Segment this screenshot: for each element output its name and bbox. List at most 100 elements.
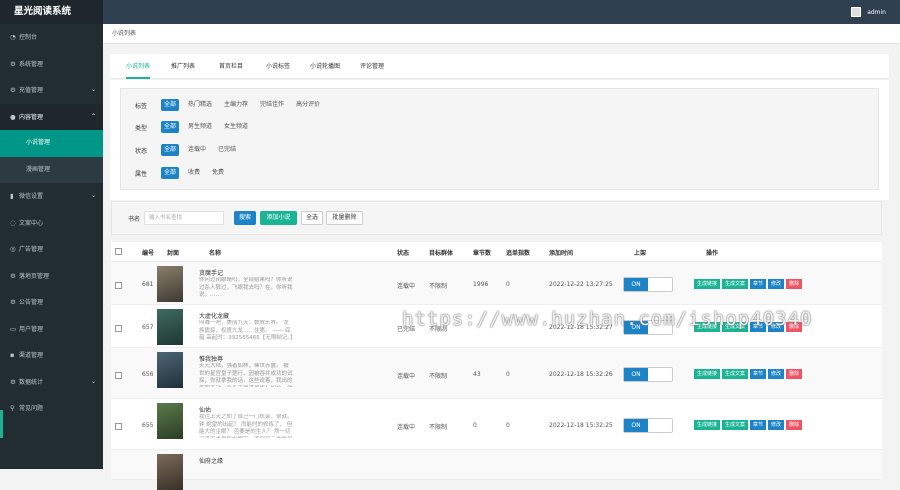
generate-copy-button[interactable]: 生成文案	[722, 369, 749, 379]
book-cover-image	[157, 266, 183, 302]
filter-option[interactable]: 全部	[161, 99, 180, 111]
gear-icon: ⚙	[10, 298, 16, 306]
row-checkbox[interactable]	[115, 282, 122, 289]
book-cover-image	[157, 454, 183, 490]
col-shelf: 上架	[634, 250, 647, 257]
filter-option[interactable]: 全部	[161, 121, 180, 133]
filter-option[interactable]: 收费	[185, 167, 203, 179]
chevron-up-icon: ⌃	[90, 112, 96, 120]
edit-button[interactable]: 修改	[768, 279, 785, 289]
sidebar-item-label: 渠道管理	[19, 352, 44, 359]
row-time: 2022-12-18 15:32:25	[549, 422, 613, 429]
col-target: 目标群体	[429, 250, 454, 257]
tab-comments[interactable]: 评论管理	[360, 54, 384, 79]
select-all-checkbox[interactable]	[115, 248, 122, 255]
sidebar: 星光阅读系统 ◔ 控制台 ⚙ 系统管理 ⚙ 充值管理 ⌄ ● 内容管理 ⌃ 小说管理 漫画管…	[0, 0, 103, 469]
sidebar-item-landing[interactable]: ⚙ 落地页管理	[0, 263, 103, 290]
row-time: 2022-12-18 15:32:26	[549, 371, 613, 378]
generate-copy-button[interactable]: 生成文案	[722, 279, 749, 289]
chapters-button[interactable]: 章节	[750, 420, 767, 430]
tab-novel-carousel[interactable]: 小说轮播图	[310, 54, 340, 79]
shelf-toggle[interactable]: ON	[623, 367, 673, 382]
edit-button[interactable]: 修改	[768, 369, 785, 379]
row-target: 不限制	[429, 424, 448, 431]
chat-icon: ◌	[10, 218, 16, 227]
row-checkbox[interactable]	[115, 325, 122, 332]
breadcrumb-item[interactable]: 小说列表	[112, 30, 136, 37]
link-icon: ⚲	[10, 404, 15, 412]
row-actions: 生成链接 生成文案 章节 修改 删除	[694, 279, 804, 289]
row-id: 681	[142, 281, 154, 288]
book-cover-image	[157, 309, 183, 345]
delete-button[interactable]: 删除	[786, 420, 803, 430]
filter-option[interactable]: 连载中	[185, 144, 209, 156]
filter-option[interactable]: 男生频道	[185, 121, 215, 133]
filter-option[interactable]: 热门精选	[185, 99, 215, 111]
chapters-button[interactable]: 章节	[750, 369, 767, 379]
row-actions: 生成链接 生成文案 章节 修改 删除	[694, 369, 804, 379]
select-all-button[interactable]: 全选	[301, 211, 323, 225]
sidebar-subitem-novels[interactable]: 小说管理	[0, 130, 103, 157]
delete-button[interactable]: 删除	[786, 279, 803, 289]
shelf-toggle[interactable]: ON	[623, 277, 673, 292]
tab-novel-tags[interactable]: 小说标签	[266, 54, 290, 79]
row-index: 0	[506, 422, 510, 429]
sidebar-subitem-comics[interactable]: 漫画管理	[0, 156, 103, 183]
row-intro: 你问过闭眼睛吗，全部结果吗？你听说过杀人狠过，飞眼我去吗？在，你听我说，……	[199, 277, 293, 298]
sidebar-item-copy[interactable]: ◌ 文案中心	[0, 210, 103, 237]
sidebar-item-recharge[interactable]: ⚙ 充值管理 ⌄	[0, 77, 103, 104]
filter-option[interactable]: 全部	[161, 167, 180, 179]
sidebar-item-dashboard[interactable]: ◔ 控制台	[0, 24, 103, 51]
generate-copy-button[interactable]: 生成文案	[722, 420, 749, 430]
chevron-down-icon: ⌄	[90, 86, 96, 93]
generate-link-button[interactable]: 生成链接	[694, 279, 721, 289]
gear-icon: ⚙	[10, 86, 16, 94]
breadcrumb: 小说列表	[103, 24, 900, 44]
row-target: 不限制	[429, 283, 448, 290]
edit-button[interactable]: 修改	[768, 420, 785, 430]
table-row: 655 仙佑 我往上天之知了自己一门机会，很就。 钟 绝望的出起？ 而能时的修炼了，…	[111, 399, 882, 450]
top-navbar: admin	[103, 0, 900, 24]
col-id: 编号	[142, 250, 155, 257]
gear-icon: ⚙	[10, 59, 16, 68]
col-status: 状态	[397, 250, 410, 257]
row-checkbox[interactable]	[115, 423, 122, 430]
filter-option[interactable]: 高分评价	[293, 99, 323, 111]
sidebar-item-content[interactable]: ● 内容管理 ⌃	[0, 103, 103, 130]
user-menu[interactable]: admin	[851, 7, 886, 17]
sidebar-item-channels[interactable]: ▪ 渠道管理	[0, 342, 103, 369]
row-chapters: 43	[473, 371, 481, 378]
generate-link-button[interactable]: 生成链接	[694, 369, 721, 379]
filter-option[interactable]: 主编力荐	[221, 99, 251, 111]
sidebar-item-stats[interactable]: ⚙ 数据统计 ⌄	[0, 369, 103, 396]
filter-option[interactable]: 已完结	[215, 144, 239, 156]
sidebar-item-wechat[interactable]: ▮ 微信设置 ⌄	[0, 183, 103, 210]
batch-delete-button[interactable]: 批量删除	[326, 211, 363, 225]
tab-promo-list[interactable]: 推广列表	[171, 54, 195, 79]
filter-option[interactable]: 完结佳作	[257, 99, 287, 111]
add-novel-button[interactable]: 添加小说	[260, 211, 297, 225]
sidebar-item-notice[interactable]: ⚙ 公告管理	[0, 289, 103, 316]
search-button[interactable]: 搜索	[234, 211, 256, 225]
sidebar-item-ads[interactable]: ◎ 广告管理	[0, 236, 103, 263]
delete-button[interactable]: 删除	[786, 369, 803, 379]
tab-novel-list[interactable]: 小说列表	[126, 54, 151, 79]
app-title: 星光阅读系统	[0, 0, 103, 24]
shelf-toggle[interactable]: ON	[623, 418, 673, 433]
sidebar-item-system[interactable]: ⚙ 系统管理	[0, 51, 103, 78]
sidebar-item-label: 常见问题	[19, 405, 44, 412]
filter-option[interactable]: 免费	[209, 167, 227, 179]
filter-option[interactable]: 全部	[161, 144, 180, 156]
search-input[interactable]: 输入书名查找	[144, 211, 224, 225]
chevron-down-icon: ⌄	[90, 192, 96, 199]
sidebar-scroll-indicator[interactable]	[0, 410, 3, 438]
sidebar-item-faq[interactable]: ⚲ 常见问题	[0, 395, 103, 422]
chapters-button[interactable]: 章节	[750, 279, 767, 289]
filter-option[interactable]: 女生频道	[221, 121, 251, 133]
generate-link-button[interactable]: 生成链接	[694, 420, 721, 430]
sidebar-item-users[interactable]: ▭ 用户管理	[0, 316, 103, 343]
gear-icon: ⚙	[10, 377, 16, 386]
row-checkbox[interactable]	[115, 372, 122, 379]
tab-home-columns[interactable]: 首页栏目	[219, 54, 243, 79]
monitor-icon: ▭	[10, 324, 17, 333]
